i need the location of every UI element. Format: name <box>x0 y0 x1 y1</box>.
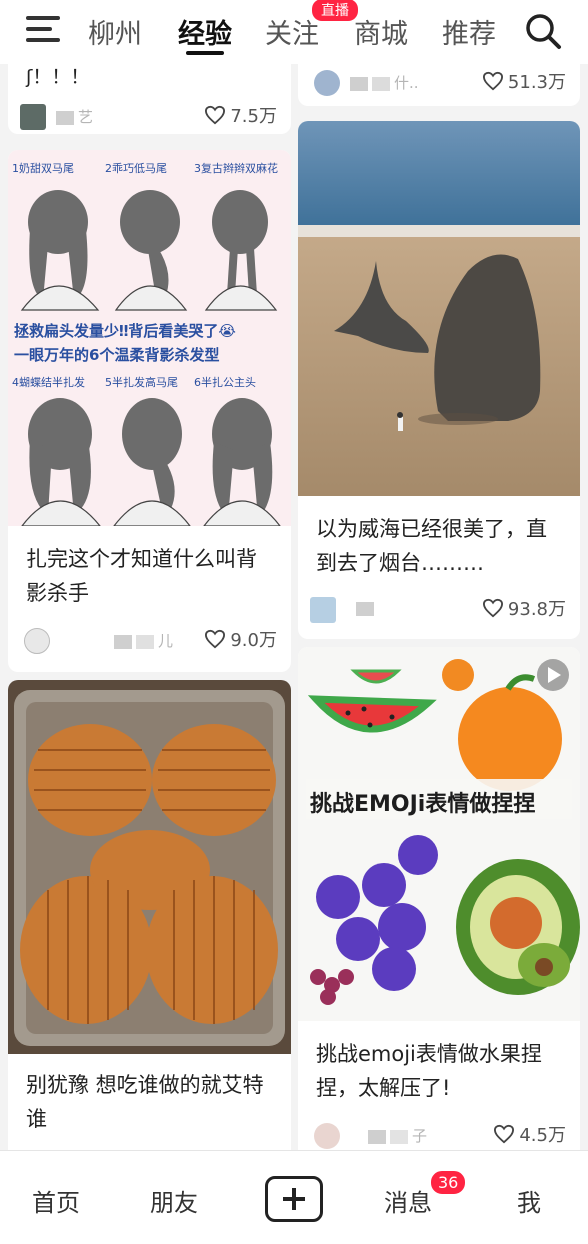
cover-image: 1奶甜双马尾 2乖巧低马尾 3复古辫辫双麻花 拯救扁头发量少‼背后看美哭了😭 一… <box>8 150 291 526</box>
author-row: 什.. 51.3万 <box>314 70 566 96</box>
tab-liuzhou[interactable]: 柳州 <box>88 12 142 51</box>
avatar[interactable] <box>314 1123 340 1149</box>
tab-follow[interactable]: 关注 <box>265 12 319 51</box>
like-count[interactable]: 93.8万 <box>482 595 566 621</box>
plus-icon[interactable] <box>265 1176 323 1222</box>
card-emoji[interactable]: 挑战EMOJi表情做捏捏 挑战emoji表情做水果捏捏，太解压了! 子 4.5万 <box>298 647 580 1150</box>
search-icon[interactable] <box>524 12 562 50</box>
nav-home[interactable]: 首页 <box>32 1183 80 1218</box>
author-name: 儿 <box>114 630 173 651</box>
tab-experience[interactable]: 经验 <box>178 12 232 51</box>
author-name: 艺 <box>56 106 93 127</box>
avatar[interactable] <box>310 597 336 623</box>
tab-mall[interactable]: 商城 <box>354 12 408 51</box>
card-title: 挑战emoji表情做水果捏捏，太解压了! <box>316 1042 542 1100</box>
like-count[interactable]: 9.0万 <box>204 626 277 652</box>
nav-me[interactable]: 我 <box>517 1183 541 1218</box>
card-food[interactable]: 别犹豫 想吃谁做的就艾特谁 <box>8 680 291 1150</box>
avatar[interactable] <box>314 70 340 96</box>
avatar[interactable] <box>20 104 46 130</box>
feed[interactable]: ʃ！！！ 艺 7.5万 什.. 51.3万 1奶甜双马尾 2乖巧低马尾 3复古辫… <box>0 64 588 1150</box>
like-count[interactable]: 7.5万 <box>204 102 277 128</box>
card-hairstyle[interactable]: 1奶甜双马尾 2乖巧低马尾 3复古辫辫双麻花 拯救扁头发量少‼背后看美哭了😭 一… <box>8 150 291 672</box>
cover-label: 4蝴蝶结半扎发 <box>12 375 85 389</box>
heart-icon <box>205 105 226 125</box>
cover-label: 3复古辫辫双麻花 <box>194 161 278 175</box>
cover-headline: 一眼万年的6个温柔背影杀发型 <box>14 346 219 364</box>
tab-recommend[interactable]: 推荐 <box>442 12 496 51</box>
heart-icon <box>482 598 503 618</box>
author-row: 子 4.5万 <box>314 1123 566 1149</box>
cover-label: 1奶甜双马尾 <box>12 161 74 175</box>
nav-messages[interactable]: 消息 <box>384 1183 432 1218</box>
card-title: 别犹豫 想吃谁做的就艾特谁 <box>26 1073 264 1131</box>
cover-image <box>8 680 291 1054</box>
card-title: 扎完这个才知道什么叫背影杀手 <box>26 547 257 605</box>
message-count-badge: 36 <box>429 1169 468 1196</box>
card-fragment-left[interactable]: ʃ！！！ 艺 7.5万 <box>8 64 291 134</box>
cover-label: 2乖巧低马尾 <box>105 162 167 175</box>
author-row: 艺 7.5万 <box>20 104 277 130</box>
heart-icon <box>482 71 503 91</box>
cover-label: 5半扎发高马尾 <box>105 375 178 389</box>
cover-headline: 拯救扁头发量少‼背后看美哭了😭 <box>14 322 236 340</box>
active-tab-indicator <box>186 51 224 55</box>
card-title: 以为威海已经很美了，直到去了烟台……… <box>316 517 547 575</box>
avatar[interactable] <box>24 628 50 654</box>
cover-image: 挑战EMOJi表情做捏捏 <box>298 647 580 1021</box>
like-count[interactable]: 4.5万 <box>493 1121 566 1147</box>
like-count[interactable]: 51.3万 <box>482 68 566 94</box>
card-title: ʃ！！！ <box>26 66 90 88</box>
author-name: 什.. <box>350 72 419 93</box>
author-row: 儿 9.0万 <box>24 628 277 654</box>
cover-label: 6半扎公主头 <box>194 375 256 389</box>
heart-icon <box>205 629 226 649</box>
nav-friends[interactable]: 朋友 <box>150 1183 198 1218</box>
live-badge: 直播 <box>312 0 358 21</box>
cover-image <box>298 121 580 496</box>
menu-icon[interactable] <box>26 14 62 44</box>
cover-overlay-text: 挑战EMOJi表情做捏捏 <box>310 791 535 817</box>
bottom-nav: 首页 朋友 消息 36 我 <box>0 1150 588 1244</box>
card-beach[interactable]: 以为威海已经很美了，直到去了烟台……… 93.8万 <box>298 121 580 639</box>
heart-icon <box>494 1124 515 1144</box>
author-row: 93.8万 <box>310 597 566 623</box>
card-fragment-right[interactable]: 什.. 51.3万 <box>298 64 580 106</box>
top-nav: 柳州 经验 关注 直播 商城 推荐 <box>0 0 588 64</box>
author-name: 子 <box>368 1125 427 1146</box>
author-name <box>356 599 378 617</box>
